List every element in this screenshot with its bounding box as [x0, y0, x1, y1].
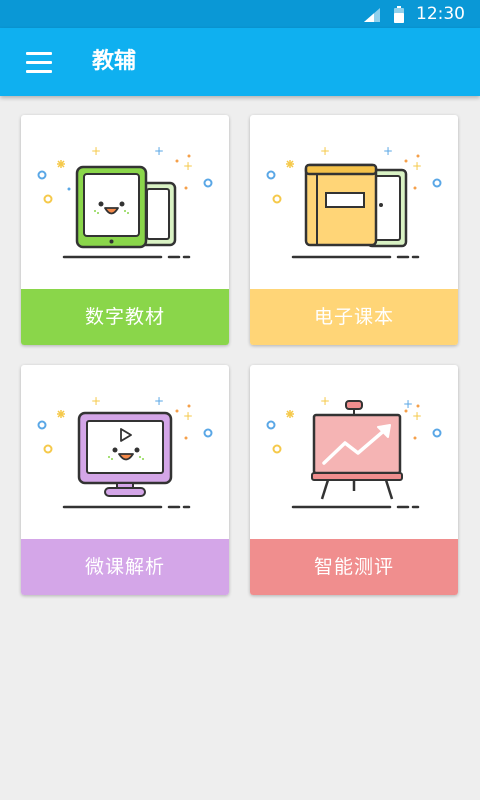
card-label: 电子课本 [250, 289, 458, 345]
book-icon: + + + [266, 144, 442, 259]
status-bar: 12:30 [0, 0, 480, 28]
card-digital-textbook[interactable]: + + + 数字教材 [21, 115, 229, 345]
card-label: 智能测评 [250, 539, 458, 595]
battery-icon [394, 6, 404, 23]
svg-text:+: + [183, 409, 193, 423]
svg-text:+: + [383, 144, 393, 158]
signal-icon [364, 8, 380, 22]
svg-text:+: + [412, 409, 422, 423]
svg-text:+: + [320, 394, 330, 408]
tablet-icon: + + + [37, 144, 213, 259]
card-label: 微课解析 [21, 539, 229, 595]
card-label: 数字教材 [21, 289, 229, 345]
growth-chart-board-icon: + + + [266, 394, 442, 509]
svg-text:+: + [91, 144, 101, 158]
svg-text:+: + [412, 159, 422, 173]
card-e-textbook[interactable]: + + + 电子课本 [250, 115, 458, 345]
svg-text:+: + [320, 144, 330, 158]
hamburger-menu-icon[interactable] [26, 51, 54, 73]
svg-text:+: + [91, 394, 101, 408]
status-time: 12:30 [416, 4, 465, 24]
svg-text:+: + [154, 144, 164, 158]
card-smart-assessment[interactable]: + + + 智能测评 [250, 365, 458, 595]
card-micro-lesson[interactable]: + + + 微课解析 [21, 365, 229, 595]
page-title: 教辅 [92, 49, 137, 74]
app-bar: 教辅 [0, 28, 480, 96]
svg-text:+: + [154, 394, 164, 408]
monitor-play-icon: + + + [37, 394, 213, 509]
svg-text:+: + [183, 159, 193, 173]
